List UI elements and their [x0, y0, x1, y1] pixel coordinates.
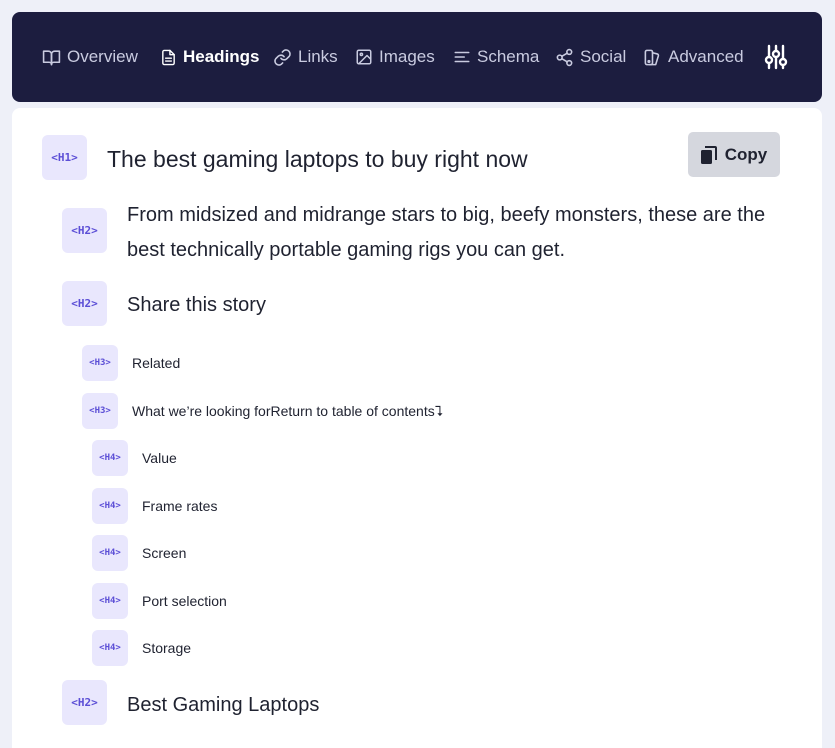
heading-text: Value [142, 450, 177, 466]
heading-level-badge: <H2> [62, 208, 107, 253]
heading-level-badge: <H4> [92, 488, 128, 524]
tab-overview-label: Overview [67, 47, 138, 66]
heading-item-h4: <H4> Screen [92, 535, 782, 571]
heading-level-badge: <H2> [62, 680, 107, 725]
heading-item-h2: <H2> From midsized and midrange stars to… [62, 198, 807, 268]
heading-level-badge: <H3> [82, 393, 118, 429]
top-navigation: Overview Headings Links Images Schema So… [12, 12, 822, 102]
tab-advanced[interactable]: Advanced [643, 12, 744, 102]
tab-headings[interactable]: Headings [160, 12, 260, 102]
heading-level-badge: <H4> [92, 630, 128, 666]
heading-text: Screen [142, 545, 187, 561]
tab-social[interactable]: Social [555, 12, 626, 102]
sliders-icon [764, 44, 788, 70]
heading-level-badge: <H3> [82, 345, 118, 381]
heading-level-badge: <H4> [92, 440, 128, 476]
book-icon [42, 49, 61, 65]
heading-item-h4: <H4> Storage [92, 630, 782, 666]
heading-text: Related [132, 355, 181, 371]
heading-item-h2: <H2> Best Gaming Laptops [62, 680, 762, 725]
heading-item-h2: <H2> Share this story [62, 281, 762, 326]
document-icon [162, 49, 175, 65]
tab-headings-label: Headings [183, 47, 260, 66]
heading-text: What we’re looking forReturn to table of… [132, 403, 443, 419]
heading-text: Storage [142, 640, 192, 656]
heading-level-badge: <H4> [92, 535, 128, 571]
copy-button[interactable]: Copy [688, 132, 780, 177]
copy-icon [700, 145, 717, 164]
settings-button[interactable] [764, 12, 788, 102]
heading-text: Share this story [127, 294, 266, 316]
tab-schema-label: Schema [477, 47, 540, 66]
heading-text: The best gaming laptops to buy right now [107, 146, 528, 172]
heading-item-h4: <H4> Value [92, 440, 782, 476]
tab-schema[interactable]: Schema [453, 12, 539, 102]
tab-social-label: Social [580, 47, 627, 66]
tab-advanced-label: Advanced [668, 47, 744, 66]
heading-text: Port selection [142, 593, 227, 609]
heading-item-h1: <H1> The best gaming laptops to buy righ… [42, 135, 642, 180]
heading-text: Best Gaming Laptops [127, 694, 320, 716]
tab-images-label: Images [379, 47, 435, 66]
heading-level-badge: <H1> [42, 135, 87, 180]
heading-text: Frame rates [142, 498, 218, 514]
copy-button-label: Copy [724, 144, 768, 164]
headings-panel: Copy <H1> The best gaming laptops to buy… [12, 108, 822, 748]
heading-level-badge: <H2> [62, 281, 107, 326]
tab-overview[interactable]: Overview [42, 12, 138, 102]
tab-images[interactable]: Images [355, 12, 435, 102]
text-lines-icon [454, 51, 470, 63]
tab-links[interactable]: Links [273, 12, 338, 102]
heading-item-h3: <H3> Related [82, 345, 782, 381]
link-icon [274, 48, 291, 66]
advanced-icon [644, 49, 660, 65]
share-icon [556, 48, 573, 66]
heading-text: From midsized and midrange stars to big,… [127, 204, 766, 261]
tab-links-label: Links [298, 47, 338, 66]
heading-item-h4: <H4> Port selection [92, 583, 782, 619]
heading-item-h4: <H4> Frame rates [92, 488, 782, 524]
image-icon [356, 49, 372, 65]
heading-level-badge: <H4> [92, 583, 128, 619]
heading-item-h3: <H3> What we’re looking forReturn to tab… [82, 393, 782, 429]
